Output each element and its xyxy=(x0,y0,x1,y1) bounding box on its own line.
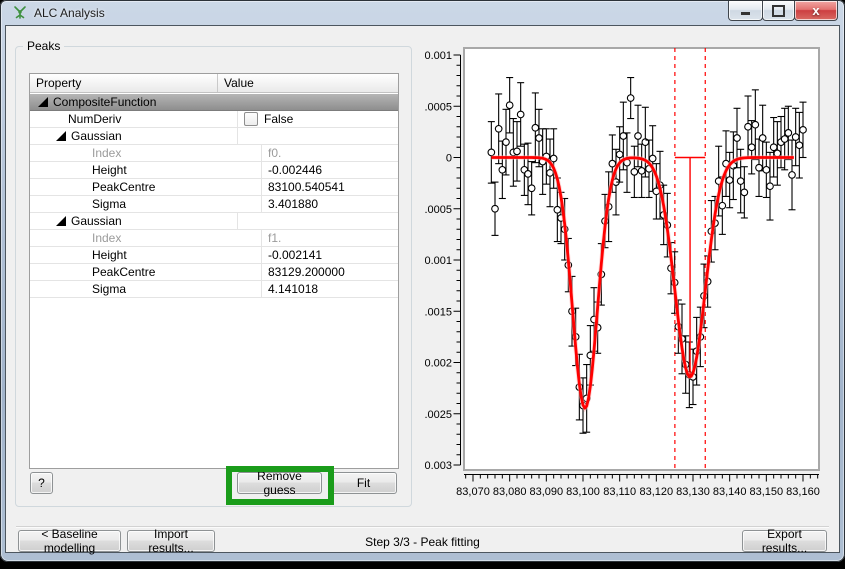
caption-buttons: x xyxy=(729,1,838,21)
y-tick-label: -0.001 xyxy=(425,255,452,267)
property-row-compositefunction[interactable]: CompositeFunction xyxy=(30,93,398,111)
y-tick-label: -0.0025 xyxy=(425,409,452,421)
fit-preview-plot[interactable]: 0.001 0.0005 0 -0.0005 -0.001 -0.0015 -0.002 -0… xyxy=(425,38,840,514)
property-row-sigma[interactable]: Sigma 3.401880 xyxy=(30,196,398,213)
property-label: Index xyxy=(92,145,121,161)
x-tick-label: 83,080 xyxy=(493,486,527,498)
property-row-sigma[interactable]: Sigma 4.141018 xyxy=(30,281,398,298)
property-label: Gaussian xyxy=(71,213,122,229)
property-row-peakcentre[interactable]: PeakCentre 83100.540541 xyxy=(30,179,398,196)
property-row-gaussian[interactable]: Gaussian xyxy=(30,128,398,145)
property-label: Gaussian xyxy=(71,128,122,144)
plot-canvas[interactable] xyxy=(464,48,819,470)
help-button[interactable]: ? xyxy=(30,472,53,494)
property-value: f0. xyxy=(268,145,281,161)
y-tick-label: 0 xyxy=(446,153,452,165)
x-tick-label: 83,130 xyxy=(676,486,710,498)
property-label: Height xyxy=(92,247,127,263)
close-button[interactable]: x xyxy=(794,1,838,21)
property-row-index[interactable]: Index f1. xyxy=(30,230,398,247)
property-label: Sigma xyxy=(92,281,126,297)
y-tick-label: -0.0015 xyxy=(425,306,452,318)
property-value[interactable]: 83129.200000 xyxy=(268,264,345,280)
property-row-height[interactable]: Height -0.002446 xyxy=(30,162,398,179)
step-status-text: Step 3/3 - Peak fitting xyxy=(6,535,839,549)
numderiv-checkbox[interactable] xyxy=(244,112,258,126)
property-row-gaussian[interactable]: Gaussian xyxy=(30,213,398,230)
property-label: PeakCentre xyxy=(92,264,155,280)
x-tick-label: 83,120 xyxy=(640,486,674,498)
peaks-group-label: Peaks xyxy=(23,39,64,53)
close-icon: x xyxy=(812,4,819,17)
expanded-branch-icon[interactable] xyxy=(56,216,66,226)
minimize-button[interactable] xyxy=(728,1,763,21)
y-tick-label: -0.0005 xyxy=(425,204,452,216)
property-row-index[interactable]: Index f0. xyxy=(30,145,398,162)
property-column-header: Property xyxy=(30,74,218,92)
property-value[interactable]: 4.141018 xyxy=(268,281,318,297)
x-tick-label: 83,070 xyxy=(456,486,490,498)
export-results-button[interactable]: Export results... xyxy=(742,530,827,552)
property-label: NumDeriv xyxy=(68,111,121,127)
title-bar[interactable]: ALC Analysis x xyxy=(0,0,845,26)
property-value[interactable]: False xyxy=(264,111,293,127)
x-tick-label: 83,100 xyxy=(566,486,600,498)
peak-function-property-table[interactable]: Property Value CompositeFunctionNumDeriv… xyxy=(29,73,399,469)
minimize-icon xyxy=(741,12,750,15)
property-table-header: Property Value xyxy=(30,74,398,93)
x-tick-label: 83,110 xyxy=(603,486,636,498)
property-value[interactable]: -0.002141 xyxy=(268,247,322,263)
expanded-branch-icon[interactable] xyxy=(38,97,48,107)
window-title: ALC Analysis xyxy=(34,6,105,20)
property-label: Index xyxy=(92,230,121,246)
fit-plot-svg[interactable]: 0.001 0.0005 0 -0.0005 -0.001 -0.0015 -0.002 -0… xyxy=(425,38,840,514)
x-tick-label: 83,090 xyxy=(530,486,564,498)
property-value: f1. xyxy=(268,230,281,246)
expanded-branch-icon[interactable] xyxy=(56,131,66,141)
screenshot-page: ALC Analysis x Peaks Property Value Comp… xyxy=(0,0,845,569)
remove-guess-button[interactable]: Remove guess xyxy=(237,472,322,494)
property-row-height[interactable]: Height -0.002141 xyxy=(30,247,398,264)
property-value[interactable]: 83100.540541 xyxy=(268,179,345,195)
fit-button[interactable]: Fit xyxy=(330,472,397,494)
app-icon xyxy=(12,5,28,21)
alc-analysis-window: ALC Analysis x Peaks Property Value Comp… xyxy=(0,0,845,562)
maximize-icon xyxy=(772,5,785,17)
value-column-header: Value xyxy=(218,74,398,92)
property-row-peakcentre[interactable]: PeakCentre 83129.200000 xyxy=(30,264,398,281)
x-tick-label: 83,140 xyxy=(713,486,747,498)
maximize-button[interactable] xyxy=(762,1,795,21)
y-tick-label: 0.0005 xyxy=(425,101,452,113)
x-tick-label: 83,160 xyxy=(786,486,820,498)
y-tick-label: -0.003 xyxy=(425,460,452,472)
property-label: CompositeFunction xyxy=(53,94,156,110)
property-label: Sigma xyxy=(92,196,126,212)
dialog-content: Peaks Property Value CompositeFunctionNu… xyxy=(6,26,839,552)
x-tick-label: 83,150 xyxy=(750,486,784,498)
property-row-numderiv[interactable]: NumDeriv False xyxy=(30,111,398,128)
y-tick-label: -0.002 xyxy=(425,358,452,370)
y-tick-label: 0.001 xyxy=(425,50,452,62)
property-value[interactable]: 3.401880 xyxy=(268,196,318,212)
property-label: PeakCentre xyxy=(92,179,155,195)
property-value[interactable]: -0.002446 xyxy=(268,162,322,178)
property-label: Height xyxy=(92,162,127,178)
